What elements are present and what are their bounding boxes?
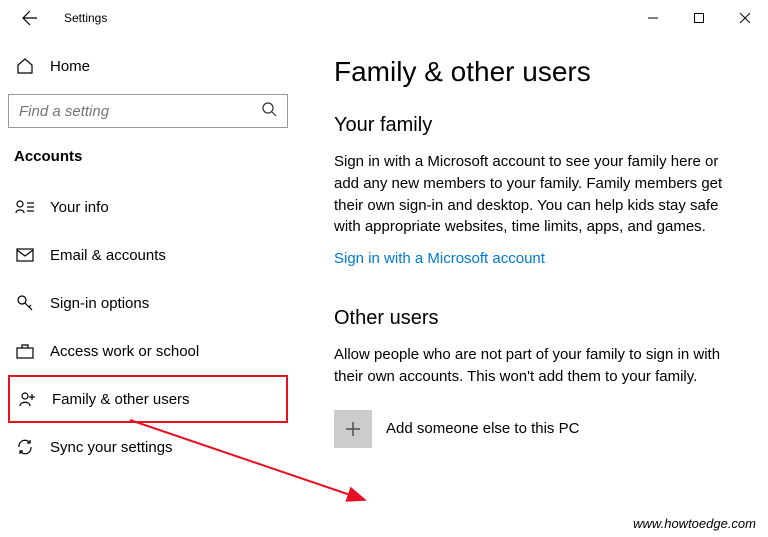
minimize-button[interactable] bbox=[630, 0, 676, 36]
arrow-left-icon bbox=[22, 10, 38, 26]
sidebar-item-signin-options[interactable]: Sign-in options bbox=[8, 279, 288, 327]
add-someone-button[interactable]: Add someone else to this PC bbox=[334, 410, 746, 448]
close-icon bbox=[739, 12, 751, 24]
sidebar-item-family-other-users[interactable]: Family & other users bbox=[8, 375, 288, 423]
page-title: Family & other users bbox=[334, 56, 746, 88]
family-section-text: Sign in with a Microsoft account to see … bbox=[334, 151, 746, 238]
search-input[interactable] bbox=[19, 103, 261, 120]
sidebar-item-your-info[interactable]: Your info bbox=[8, 183, 288, 231]
window-controls bbox=[630, 0, 768, 36]
sidebar: Home Accounts Your info Email & accounts bbox=[0, 36, 296, 537]
sidebar-item-sync-settings[interactable]: Sync your settings bbox=[8, 423, 288, 471]
family-section-title: Your family bbox=[334, 114, 746, 137]
minimize-icon bbox=[647, 12, 659, 24]
watermark: www.howtoedge.com bbox=[633, 516, 756, 531]
sidebar-item-label: Access work or school bbox=[50, 343, 199, 360]
signin-microsoft-link[interactable]: Sign in with a Microsoft account bbox=[334, 250, 545, 267]
plus-icon bbox=[334, 410, 372, 448]
sidebar-home[interactable]: Home bbox=[8, 44, 288, 88]
sidebar-item-access-work-school[interactable]: Access work or school bbox=[8, 327, 288, 375]
search-box[interactable] bbox=[8, 94, 288, 128]
add-someone-label: Add someone else to this PC bbox=[386, 420, 579, 437]
sidebar-category: Accounts bbox=[8, 144, 288, 179]
other-users-section-title: Other users bbox=[334, 307, 746, 330]
people-plus-icon bbox=[16, 388, 38, 410]
close-button[interactable] bbox=[722, 0, 768, 36]
sidebar-item-label: Email & accounts bbox=[50, 247, 166, 264]
mail-icon bbox=[14, 244, 36, 266]
briefcase-icon bbox=[14, 340, 36, 362]
window-title: Settings bbox=[64, 11, 107, 25]
titlebar: Settings bbox=[0, 0, 768, 36]
maximize-icon bbox=[693, 12, 705, 24]
other-users-section-text: Allow people who are not part of your fa… bbox=[334, 344, 746, 388]
sidebar-home-label: Home bbox=[50, 58, 90, 75]
key-icon bbox=[14, 292, 36, 314]
sync-icon bbox=[14, 436, 36, 458]
sidebar-item-label: Family & other users bbox=[52, 391, 190, 408]
main-panel: Family & other users Your family Sign in… bbox=[296, 36, 768, 537]
sidebar-item-label: Sign-in options bbox=[50, 295, 149, 312]
search-icon bbox=[261, 101, 277, 122]
maximize-button[interactable] bbox=[676, 0, 722, 36]
sidebar-item-label: Your info bbox=[50, 199, 109, 216]
home-icon bbox=[14, 55, 36, 77]
back-button[interactable] bbox=[18, 6, 42, 30]
sidebar-item-label: Sync your settings bbox=[50, 439, 173, 456]
sidebar-item-email-accounts[interactable]: Email & accounts bbox=[8, 231, 288, 279]
person-card-icon bbox=[14, 196, 36, 218]
